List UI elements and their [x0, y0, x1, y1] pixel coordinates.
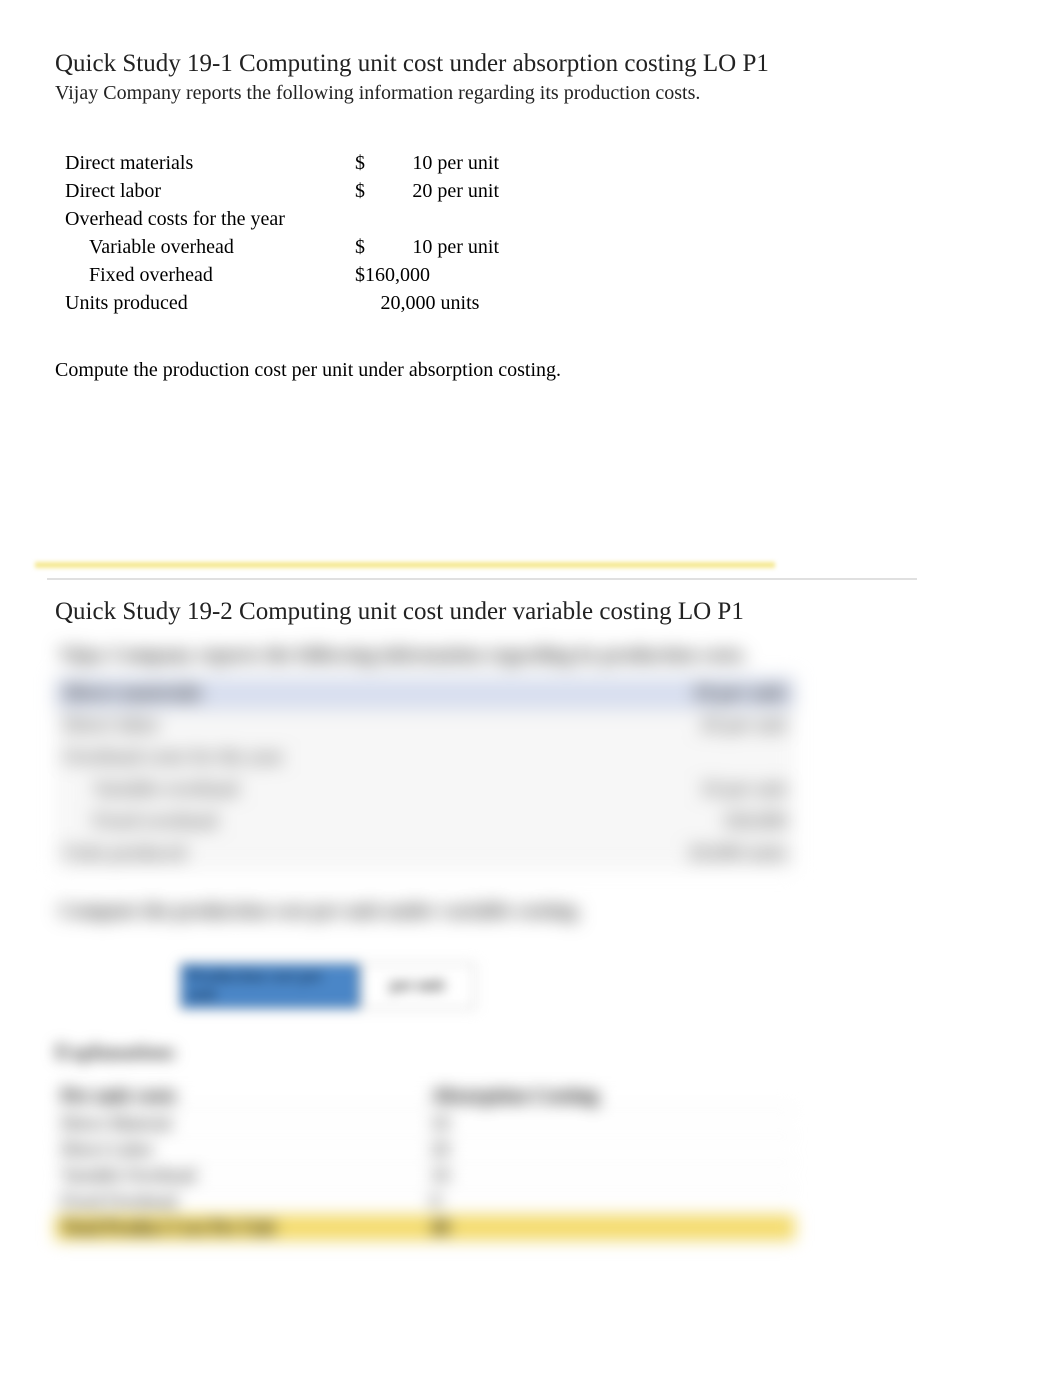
answer-row: Direct Material 10 [55, 1111, 795, 1137]
label-variable-overhead: Variable overhead [65, 233, 355, 261]
row-units-produced: Units produced 20,000 units [65, 289, 1007, 317]
answer-input-row: Production cost per unit per unit [180, 963, 610, 1009]
row-fixed-overhead: Fixed overhead $160,000 [65, 261, 1007, 289]
answer-row: Variable Overhead 10 [55, 1163, 795, 1189]
section-divider [55, 562, 1007, 580]
blurred-value [627, 746, 787, 769]
blurred-row: Units produced 20,000 units [55, 838, 795, 870]
label-units-produced: Units produced [65, 289, 355, 317]
header-absorption-costing: Absorption Costing [425, 1083, 795, 1110]
explanation-heading: Explanation: [55, 1039, 1007, 1065]
blurred-value: 20 per unit [627, 714, 787, 737]
answer-row: Direct Labor 20 [55, 1137, 795, 1163]
value-direct-materials: 10 per unit [375, 149, 505, 177]
answer-value: 10 [425, 1163, 795, 1188]
blurred-label: Overhead costs for the year [63, 746, 627, 769]
row-direct-materials: Direct materials $ 10 per unit [65, 149, 1007, 177]
row-direct-labor: Direct labor $ 20 per unit [65, 177, 1007, 205]
blurred-label: Fixed overhead [63, 810, 627, 833]
currency-symbol: $ [355, 177, 375, 205]
blurred-label: Direct labor [63, 714, 627, 737]
blurred-row: Variable overhead 10 per unit [55, 774, 795, 806]
row-overhead-header: Overhead costs for the year [65, 205, 1007, 233]
answer-total-value: 48 [425, 1215, 795, 1240]
header-per-unit-costs: Per unit costs [55, 1083, 425, 1110]
value-units-produced: 20,000 units [355, 289, 505, 317]
blurred-info-table: Vijay Company reports the following info… [55, 634, 795, 933]
answer-label: Fixed Overhead [55, 1189, 425, 1214]
blurred-value: 10 per unit [626, 682, 786, 705]
row-variable-overhead: Variable overhead $ 10 per unit [65, 233, 1007, 261]
blurred-row: Direct labor 20 per unit [55, 710, 795, 742]
value-direct-labor: 20 per unit [375, 177, 505, 205]
label-overhead-header: Overhead costs for the year [65, 205, 355, 233]
answer-label: Direct Material [55, 1111, 425, 1136]
currency-symbol: $ [355, 233, 375, 261]
blurred-label: Direct materials [64, 682, 626, 705]
blurred-row: Fixed overhead 160,000 [55, 806, 795, 838]
answer-value: 8 [425, 1189, 795, 1214]
answer-label: Direct Labor [55, 1137, 425, 1162]
blurred-row: Overhead costs for the year [55, 742, 795, 774]
blurred-question: Compute the production cost per unit und… [55, 890, 795, 933]
blurred-intro-text: Vijay Company reports the following info… [55, 634, 795, 677]
answer-value: 20 [425, 1137, 795, 1162]
white-answer-box: per unit [360, 963, 475, 1009]
currency-symbol: $ [355, 149, 375, 177]
label-direct-materials: Direct materials [65, 149, 355, 177]
blurred-content-block: Vijay Company reports the following info… [55, 634, 1007, 933]
blue-answer-label: Production cost per unit [180, 963, 360, 1009]
qs-19-1-title: Quick Study 19-1 Computing unit cost und… [55, 50, 1007, 78]
yellow-highlight-bar [35, 562, 775, 568]
blurred-row: Direct materials 10 per unit [55, 677, 795, 710]
label-direct-labor: Direct labor [65, 177, 355, 205]
question-text-1: Compute the production cost per unit und… [55, 359, 1007, 382]
label-fixed-overhead: Fixed overhead [65, 261, 355, 289]
gray-divider-line [47, 578, 917, 580]
qs-19-2-title: Quick Study 19-2 Computing unit cost und… [55, 598, 1007, 626]
cost-table: Direct materials $ 10 per unit Direct la… [65, 149, 1007, 317]
answer-table: Per unit costs Absorption Costing Direct… [55, 1083, 795, 1241]
answer-total-label: Total Product Cost Per Unit [55, 1215, 425, 1240]
answer-value: 10 [425, 1111, 795, 1136]
blurred-value: 160,000 [627, 810, 787, 833]
blurred-value: 10 per unit [627, 778, 787, 801]
blurred-value: 20,000 units [627, 842, 787, 865]
blurred-label: Units produced [63, 842, 627, 865]
value-variable-overhead: 10 per unit [375, 233, 505, 261]
value-fixed-overhead: $160,000 [355, 261, 505, 289]
blurred-label: Variable overhead [63, 778, 627, 801]
answer-row-total: Total Product Cost Per Unit 48 [55, 1215, 795, 1241]
qs-19-1-subtitle: Vijay Company reports the following info… [55, 82, 1007, 105]
answer-table-header: Per unit costs Absorption Costing [55, 1083, 795, 1111]
answer-row: Fixed Overhead 8 [55, 1189, 795, 1215]
answer-label: Variable Overhead [55, 1163, 425, 1188]
